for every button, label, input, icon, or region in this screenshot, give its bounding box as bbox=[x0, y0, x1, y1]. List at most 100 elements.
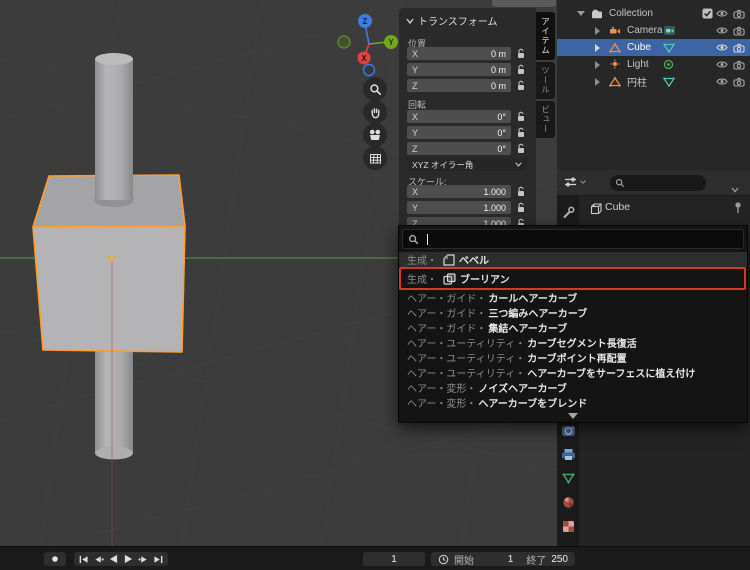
tab-object-data[interactable] bbox=[560, 470, 576, 486]
lock-icon[interactable] bbox=[516, 47, 528, 60]
npanel-tab-tool[interactable]: ツール bbox=[536, 62, 555, 99]
menu-item-blend-hair-curves[interactable]: ヘアー・変形・ ヘアーカーブをブレンド bbox=[399, 395, 747, 410]
rotation-mode-dropdown[interactable]: XYZ オイラー角 bbox=[407, 158, 527, 171]
lock-icon[interactable] bbox=[516, 142, 528, 155]
collapse-arrow-icon[interactable] bbox=[595, 22, 600, 39]
eye-icon[interactable] bbox=[716, 73, 728, 90]
menu-item-noise-hair-curves[interactable]: ヘアー・変形・ ノイズヘアーカーブ bbox=[399, 380, 747, 395]
outliner-row-cube[interactable]: Cube bbox=[557, 39, 750, 56]
previous-keyframe-button[interactable] bbox=[91, 552, 106, 566]
camera-data-icon[interactable] bbox=[663, 22, 676, 39]
cube-object[interactable] bbox=[32, 174, 186, 353]
orthographic-toggle-button[interactable] bbox=[363, 146, 387, 170]
modifier-search-input[interactable] bbox=[402, 229, 744, 249]
eye-icon[interactable] bbox=[716, 5, 728, 22]
menu-item-restore-curve-segment-length[interactable]: ヘアー・ユーティリティ・ カーブセグメント長復活 bbox=[399, 335, 747, 350]
svg-text:Y: Y bbox=[388, 38, 394, 47]
transform-panel-title: トランスフォーム bbox=[418, 17, 498, 28]
light-data-icon[interactable] bbox=[663, 56, 674, 73]
navigation-gizmo[interactable]: Z Y X bbox=[336, 6, 402, 80]
menu-item-braid-hair-curves[interactable]: ヘアー・ガイド・ 三つ編みヘアーカーブ bbox=[399, 305, 747, 320]
end-frame-value[interactable]: 250 bbox=[551, 554, 568, 565]
tab-material[interactable] bbox=[560, 494, 576, 510]
outliner-row-cylinder[interactable]: 円柱 bbox=[557, 73, 750, 90]
menu-item-redistribute-curve-points[interactable]: ヘアー・ユーティリティ・ カーブポイント再配置 bbox=[399, 350, 747, 365]
cylinder-object[interactable] bbox=[95, 340, 133, 460]
play-button[interactable] bbox=[121, 552, 136, 566]
position-x-field[interactable]: X 0 m bbox=[407, 47, 511, 60]
expand-arrow-icon[interactable] bbox=[577, 5, 585, 22]
menu-item-attach-hair-curves-to-surface[interactable]: ヘアー・ユーティリティ・ ヘアーカーブをサーフェスに植え付け bbox=[399, 365, 747, 380]
camera-toggle-icon[interactable] bbox=[733, 39, 745, 56]
gizmo-x-ball[interactable]: X bbox=[357, 51, 371, 65]
scale-y-field[interactable]: Y 1.000 bbox=[407, 201, 511, 214]
gizmo-neg-z-ball[interactable] bbox=[362, 63, 376, 77]
jump-to-start-button[interactable] bbox=[76, 552, 91, 566]
auto-keying-button[interactable] bbox=[44, 552, 66, 566]
outliner-row-collection[interactable]: Collection bbox=[557, 5, 750, 22]
gizmo-neg-y-ball[interactable] bbox=[337, 35, 351, 49]
lock-icon[interactable] bbox=[516, 185, 528, 198]
menu-item-curl-hair-curves[interactable]: ヘアー・ガイド・ カールヘアーカーブ bbox=[399, 290, 747, 305]
axis-label: Y bbox=[412, 127, 419, 138]
position-z-field[interactable]: Z 0 m bbox=[407, 79, 511, 92]
clock-icon bbox=[438, 554, 449, 564]
editor-type-button[interactable] bbox=[563, 175, 586, 189]
position-y-field[interactable]: Y 0 m bbox=[407, 63, 511, 76]
chevron-down-icon bbox=[515, 162, 522, 167]
camera-toggle-icon[interactable] bbox=[733, 73, 745, 90]
rotation-y-field[interactable]: Y 0° bbox=[407, 126, 511, 139]
lock-icon[interactable] bbox=[516, 110, 528, 123]
pan-tool-button[interactable] bbox=[363, 100, 387, 124]
eye-icon[interactable] bbox=[716, 39, 728, 56]
collapse-arrow-icon[interactable] bbox=[595, 39, 600, 56]
play-reverse-button[interactable] bbox=[106, 552, 121, 566]
camera-toggle-icon[interactable] bbox=[733, 56, 745, 73]
mesh-data-icon[interactable] bbox=[663, 73, 675, 90]
lock-icon[interactable] bbox=[516, 201, 528, 214]
outliner-row-camera[interactable]: Camera bbox=[557, 22, 750, 39]
viewport-header-partial-button[interactable] bbox=[492, 0, 556, 7]
tab-texture[interactable] bbox=[560, 518, 576, 534]
outliner-row-light[interactable]: Light bbox=[557, 56, 750, 73]
camera-toggle-icon[interactable] bbox=[733, 5, 745, 22]
properties-search-input[interactable] bbox=[610, 175, 706, 191]
menu-item-clump-hair-curves[interactable]: ヘアー・ガイド・ 集結ヘアーカーブ bbox=[399, 320, 747, 335]
mesh-data-icon[interactable] bbox=[663, 39, 675, 56]
outliner-item-label: 円柱 bbox=[627, 78, 647, 89]
gizmo-z-ball[interactable]: Z bbox=[358, 14, 372, 28]
camera-toggle-icon[interactable] bbox=[733, 22, 745, 39]
tab-output[interactable] bbox=[560, 446, 576, 462]
menu-scroll-down-arrow[interactable] bbox=[399, 410, 747, 422]
menu-item-bevel[interactable]: 生成・ ベベル bbox=[399, 252, 747, 267]
cylinder-top-segment[interactable] bbox=[95, 53, 133, 200]
lock-icon[interactable] bbox=[516, 126, 528, 139]
rotation-z-field[interactable]: Z 0° bbox=[407, 142, 511, 155]
collapse-arrow-icon[interactable] bbox=[595, 56, 600, 73]
tab-tool[interactable] bbox=[560, 204, 576, 220]
outliner-item-label: Cube bbox=[627, 42, 651, 53]
menu-item-boolean[interactable]: 生成・ ブーリアン bbox=[399, 271, 747, 286]
boolean-icon bbox=[443, 272, 456, 285]
gizmo-y-ball[interactable]: Y bbox=[384, 35, 398, 49]
lock-icon[interactable] bbox=[516, 63, 528, 76]
pin-icon[interactable] bbox=[733, 201, 743, 219]
rotation-x-field[interactable]: X 0° bbox=[407, 110, 511, 123]
start-frame-value[interactable]: 1 bbox=[479, 554, 514, 565]
transform-panel-header[interactable]: トランスフォーム bbox=[406, 13, 498, 28]
menu-item-label: ヘアーカーブをブレンド bbox=[478, 399, 588, 410]
camera-view-button[interactable] bbox=[363, 123, 387, 147]
scale-x-field[interactable]: X 1.000 bbox=[407, 185, 511, 198]
current-frame-field[interactable]: 1 bbox=[363, 552, 425, 566]
eye-icon[interactable] bbox=[716, 22, 728, 39]
tab-render[interactable] bbox=[560, 422, 576, 438]
collapse-arrow-icon[interactable] bbox=[595, 73, 600, 90]
lock-icon[interactable] bbox=[516, 79, 528, 92]
eye-icon[interactable] bbox=[716, 56, 728, 73]
npanel-tab-view[interactable]: ビュー bbox=[536, 101, 555, 138]
zoom-tool-button[interactable] bbox=[363, 77, 387, 101]
next-keyframe-button[interactable] bbox=[136, 552, 151, 566]
npanel-tab-item[interactable]: アイテム bbox=[536, 12, 555, 60]
checkbox-icon[interactable] bbox=[702, 5, 713, 22]
jump-to-end-button[interactable] bbox=[151, 552, 166, 566]
